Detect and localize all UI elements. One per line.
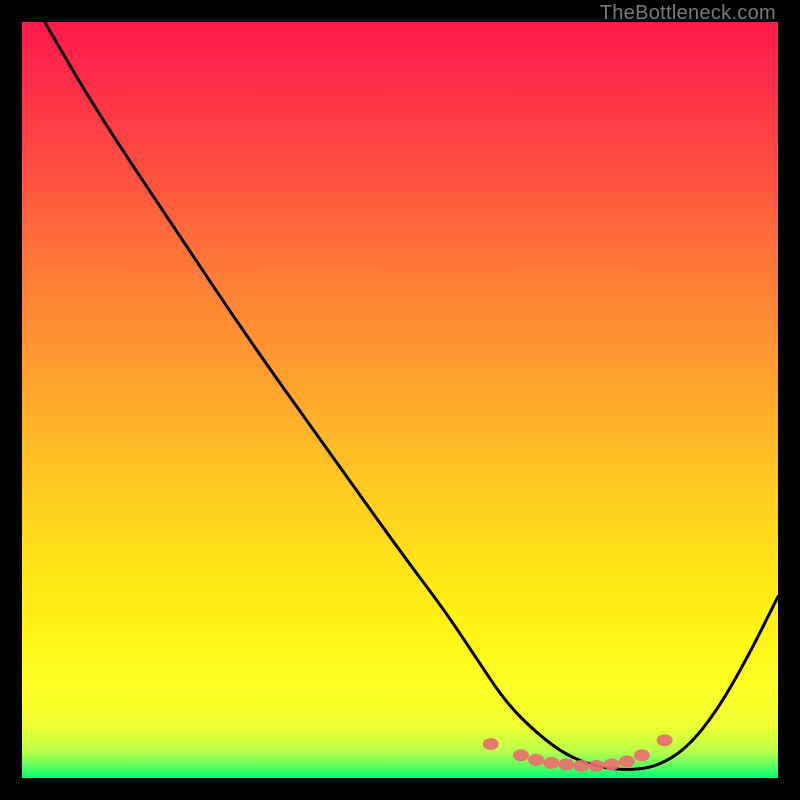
curve-layer [45, 22, 778, 769]
highlight-dot [513, 749, 529, 761]
highlight-dot [657, 734, 673, 746]
highlight-dot [634, 749, 650, 761]
marker-layer [483, 734, 673, 772]
highlight-dot [573, 760, 589, 772]
highlight-dot [604, 758, 620, 770]
highlight-dot [589, 760, 605, 772]
chart-container: TheBottleneck.com [0, 0, 800, 800]
highlight-dot [483, 738, 499, 750]
chart-overlay-svg [0, 0, 800, 800]
bottleneck-curve [45, 22, 778, 769]
highlight-dot [558, 758, 574, 770]
highlight-dot [543, 757, 559, 769]
watermark-text: TheBottleneck.com [600, 2, 776, 25]
highlight-dot [528, 754, 544, 766]
highlight-dot [619, 755, 635, 767]
